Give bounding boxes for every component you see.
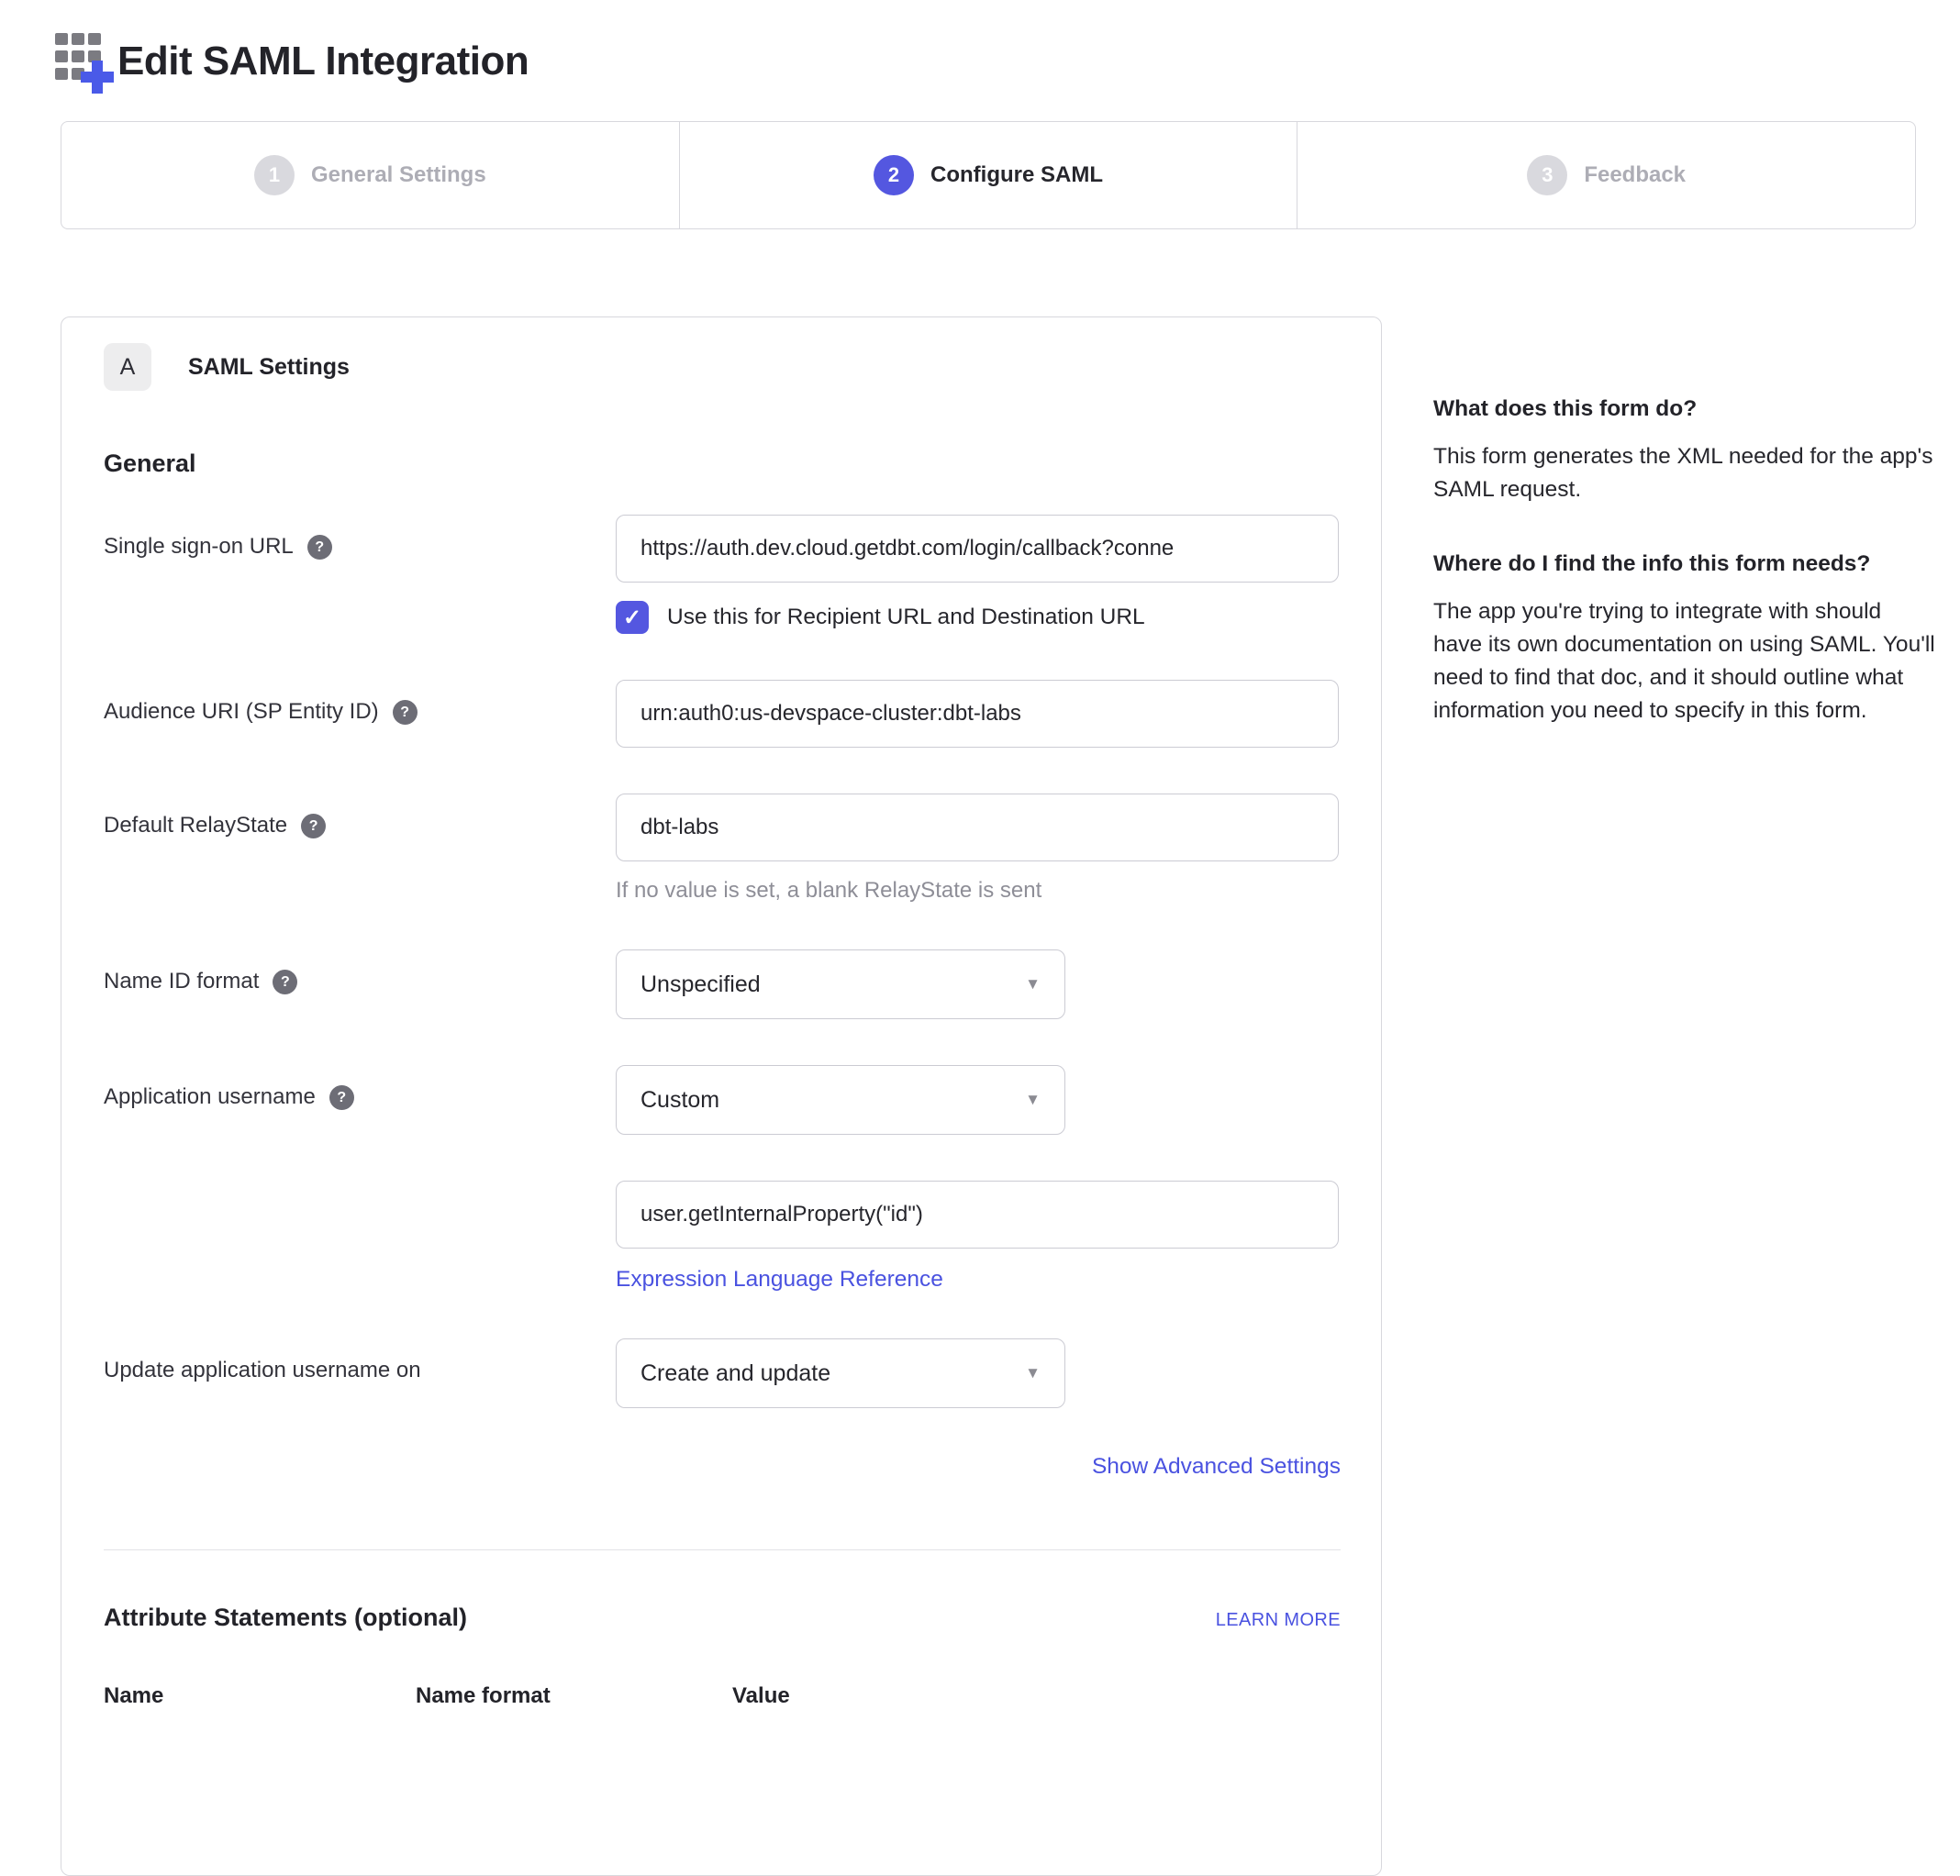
field-row-relay-state: Default RelayState ? If no value is set,… bbox=[104, 794, 1341, 904]
attribute-statements-column-headers: Name Name format Value bbox=[104, 1683, 1341, 1709]
page-header: Edit SAML Integration bbox=[53, 29, 1960, 94]
update-app-username-value: Create and update bbox=[640, 1360, 830, 1387]
column-header-name: Name bbox=[104, 1683, 416, 1709]
step-1-circle: 1 bbox=[254, 155, 295, 195]
audience-uri-input[interactable] bbox=[616, 680, 1339, 748]
sidebar-paragraph: This form generates the XML needed for t… bbox=[1433, 440, 1936, 506]
help-icon[interactable]: ? bbox=[307, 535, 332, 560]
step-2-circle: 2 bbox=[874, 155, 914, 195]
help-icon[interactable]: ? bbox=[273, 970, 297, 994]
relay-state-hint: If no value is set, a blank RelayState i… bbox=[616, 878, 1341, 904]
update-app-username-label: Update application username on bbox=[104, 1338, 616, 1408]
help-icon[interactable]: ? bbox=[301, 814, 326, 838]
relay-state-label: Default RelayState ? bbox=[104, 794, 616, 904]
sidebar-paragraph: The app you're trying to integrate with … bbox=[1433, 595, 1936, 727]
help-icon[interactable]: ? bbox=[393, 700, 418, 725]
step-3-circle: 3 bbox=[1527, 155, 1567, 195]
name-id-format-label: Name ID format ? bbox=[104, 949, 616, 1019]
step-2-label: Configure SAML bbox=[930, 162, 1103, 188]
learn-more-link[interactable]: LEARN MORE bbox=[1216, 1610, 1341, 1631]
recipient-url-checkbox-label: Use this for Recipient URL and Destinati… bbox=[667, 605, 1145, 630]
field-row-name-id-format: Name ID format ? Unspecified ▼ bbox=[104, 949, 1341, 1019]
audience-uri-label: Audience URI (SP Entity ID) ? bbox=[104, 680, 616, 748]
column-header-name-format: Name format bbox=[416, 1683, 732, 1709]
step-1-label: General Settings bbox=[311, 162, 486, 188]
field-row-audience-uri: Audience URI (SP Entity ID) ? bbox=[104, 680, 1341, 748]
app-username-value: Custom bbox=[640, 1087, 719, 1114]
sidebar-heading: Where do I find the info this form needs… bbox=[1433, 549, 1936, 579]
help-sidebar: What does this form do? This form genera… bbox=[1433, 316, 1936, 770]
chevron-down-icon: ▼ bbox=[1025, 975, 1041, 994]
step-general-settings[interactable]: 1 General Settings bbox=[61, 122, 679, 228]
recipient-url-checkbox[interactable]: ✓ bbox=[616, 601, 649, 634]
app-username-label: Application username ? bbox=[104, 1065, 616, 1293]
step-3-label: Feedback bbox=[1584, 162, 1686, 188]
grid-plus-icon bbox=[53, 29, 114, 94]
section-a-badge: A bbox=[104, 343, 151, 391]
saml-settings-card: A SAML Settings General Single sign-on U… bbox=[61, 316, 1382, 1876]
section-divider bbox=[104, 1549, 1341, 1550]
field-row-app-username: Application username ? Custom ▼ Expressi… bbox=[104, 1065, 1341, 1293]
sidebar-heading: What does this form do? bbox=[1433, 394, 1936, 424]
page-title: Edit SAML Integration bbox=[117, 39, 529, 84]
attribute-statements-heading: Attribute Statements (optional) bbox=[104, 1604, 467, 1632]
relay-state-input[interactable] bbox=[616, 794, 1339, 861]
sso-url-input[interactable] bbox=[616, 515, 1339, 583]
name-id-format-select[interactable]: Unspecified ▼ bbox=[616, 949, 1065, 1019]
column-header-value: Value bbox=[732, 1683, 1341, 1709]
chevron-down-icon: ▼ bbox=[1025, 1364, 1041, 1382]
app-username-expression-input[interactable] bbox=[616, 1181, 1339, 1249]
general-heading: General bbox=[104, 450, 1341, 478]
help-icon[interactable]: ? bbox=[329, 1085, 354, 1110]
field-row-update-app-username: Update application username on Create an… bbox=[104, 1338, 1341, 1408]
expression-language-reference-link[interactable]: Expression Language Reference bbox=[616, 1267, 943, 1293]
step-feedback[interactable]: 3 Feedback bbox=[1297, 122, 1915, 228]
update-app-username-select[interactable]: Create and update ▼ bbox=[616, 1338, 1065, 1408]
name-id-format-value: Unspecified bbox=[640, 971, 761, 998]
wizard-stepper: 1 General Settings 2 Configure SAML 3 Fe… bbox=[61, 121, 1916, 229]
field-row-sso-url: Single sign-on URL ? ✓ Use this for Reci… bbox=[104, 515, 1341, 634]
sso-url-label: Single sign-on URL ? bbox=[104, 515, 616, 634]
step-configure-saml[interactable]: 2 Configure SAML bbox=[679, 122, 1297, 228]
chevron-down-icon: ▼ bbox=[1025, 1091, 1041, 1109]
show-advanced-settings-link[interactable]: Show Advanced Settings bbox=[1092, 1454, 1341, 1479]
app-username-select[interactable]: Custom ▼ bbox=[616, 1065, 1065, 1135]
section-title: SAML Settings bbox=[188, 354, 350, 381]
